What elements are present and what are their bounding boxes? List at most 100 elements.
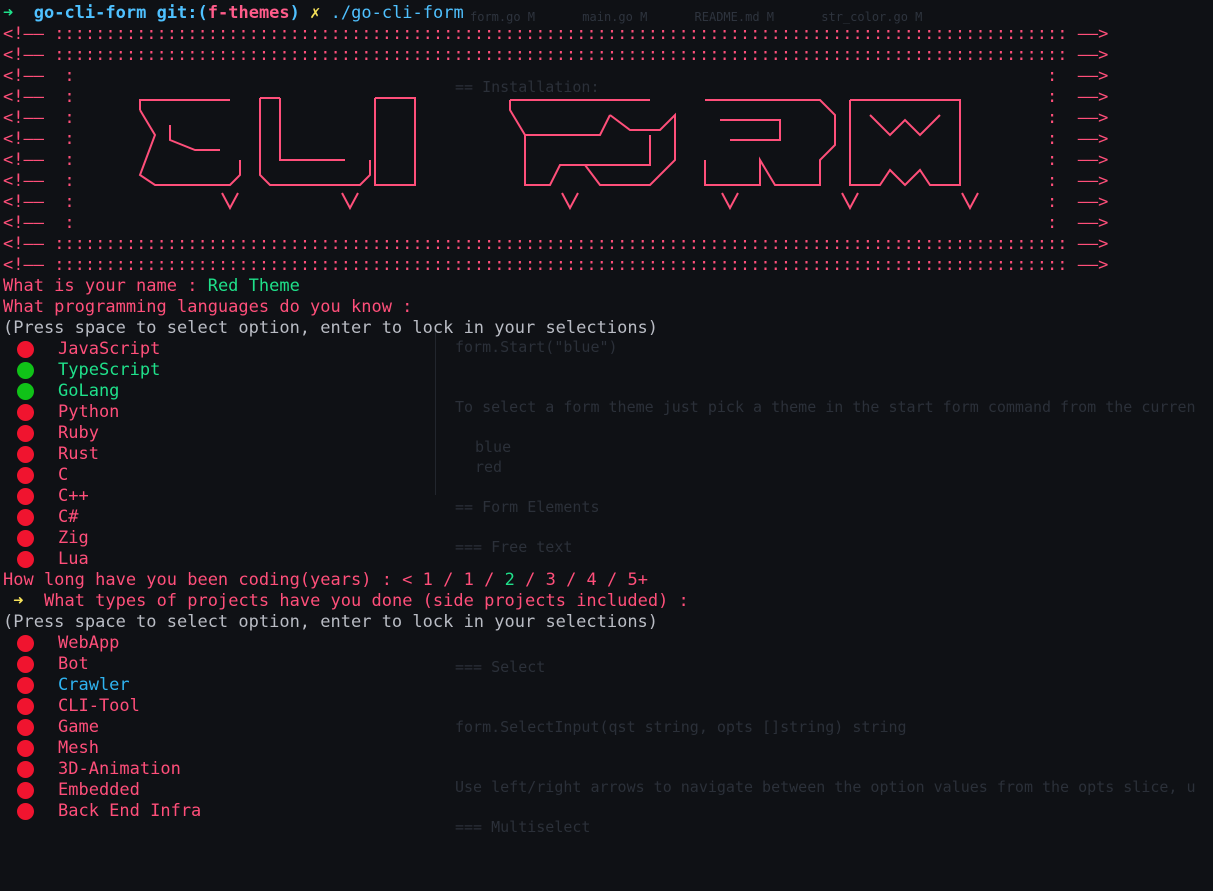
years-separator: / [514,570,546,590]
banner-right-edge: ——> [1067,171,1109,191]
unselected-dot-icon [17,341,34,358]
banner-right-edge: ——> [1067,234,1109,254]
terminal[interactable]: ➜ go-cli-form git:(f-themes) ✗ ./go-cli-… [0,0,1213,891]
language-option[interactable]: C [17,465,68,486]
language-option-label: GoLang [58,381,120,401]
project-option-label: Bot [58,654,89,674]
language-option[interactable]: C++ [17,486,89,507]
unselected-dot-icon [17,656,34,673]
language-option-label: C# [58,507,79,527]
banner-fill: ::::::::::::::::::::::::::::::::::::::::… [54,234,1068,254]
unselected-dot-icon [17,803,34,820]
language-option-label: Lua [58,549,89,569]
project-option-label: Embedded [58,780,140,800]
language-option-label: C [58,465,69,485]
unselected-dot-icon [17,425,34,442]
banner-left-edge: <!—— [3,24,55,44]
project-option-label: WebApp [58,633,120,653]
project-option[interactable]: Bot [17,654,89,675]
years-select-row[interactable]: How long have you been coding(years) : <… [3,570,648,591]
selected-dot-icon [17,362,34,379]
project-option-label: Game [58,717,99,737]
unselected-dot-icon [17,404,34,421]
name-question-row: What is your name : Red Theme [3,276,300,297]
language-option[interactable]: JavaScript [17,339,160,360]
project-option-label: CLI-Tool [58,696,140,716]
unselected-dot-icon [17,509,34,526]
language-option[interactable]: Zig [17,528,89,549]
prompt-dirty-icon: ✗ [310,3,321,23]
projects-question-row: ➜ What types of projects have you done (… [3,591,689,612]
prompt-git-prefix: git:( [156,3,208,23]
project-option-label: Mesh [58,738,99,758]
banner-right-edge: ——> [1067,255,1109,275]
language-option[interactable]: TypeScript [17,360,160,381]
years-open: < [402,570,413,590]
years-option[interactable]: 4 [587,570,597,590]
unselected-dot-icon [17,467,34,484]
project-option-label: Back End Infra [58,801,202,821]
banner-left-edge: <!—— [3,234,55,254]
banner-right-edge: ——> [1067,87,1109,107]
name-answer: Red Theme [207,276,300,296]
project-option[interactable]: 3D-Animation [17,759,181,780]
banner-left-edge: <!—— [3,192,55,212]
active-question-arrow-icon: ➜ [13,591,24,611]
selected-dot-icon [17,383,34,400]
unselected-dot-icon [17,488,34,505]
project-option[interactable]: CLI-Tool [17,696,140,717]
years-separator: / [432,570,464,590]
projects-hint: (Press space to select option, enter to … [3,612,659,632]
shell-prompt: ➜ go-cli-form git:(f-themes) ✗ ./go-cli-… [3,3,464,24]
unselected-dot-icon [17,635,34,652]
banner-fill: ::::::::::::::::::::::::::::::::::::::::… [54,24,1068,44]
banner-left-edge: <!—— [3,255,55,275]
language-option[interactable]: Rust [17,444,99,465]
years-option[interactable]: 2 [505,570,515,590]
years-option[interactable]: 1 [464,570,474,590]
language-option[interactable]: Ruby [17,423,99,444]
years-separator: / [555,570,587,590]
banner-left-edge: <!—— [3,45,55,65]
years-option[interactable]: 1 [423,570,433,590]
banner-fill: ::::::::::::::::::::::::::::::::::::::::… [54,255,1068,275]
years-options[interactable]: 1 / 1 / 2 / 3 / 4 / 5+ [423,570,648,590]
unselected-dot-icon [17,530,34,547]
language-option[interactable]: Python [17,402,119,423]
banner-row: <!—— :::::::::::::::::::::::::::::::::::… [3,234,1108,255]
language-option[interactable]: C# [17,507,78,528]
project-option[interactable]: Back End Infra [17,801,201,822]
banner-left-edge: <!—— [3,87,55,107]
language-option-label: Zig [58,528,89,548]
unselected-dot-icon [17,698,34,715]
banner-row: <!—— : : ——> [3,66,1108,87]
banner-left-edge: <!—— [3,171,55,191]
language-option[interactable]: GoLang [17,381,119,402]
project-option[interactable]: WebApp [17,633,119,654]
language-option-label: Rust [58,444,99,464]
languages-hint: (Press space to select option, enter to … [3,318,659,338]
project-option[interactable]: Embedded [17,780,140,801]
years-option[interactable]: 5+ [628,570,648,590]
project-option[interactable]: Mesh [17,738,99,759]
years-option[interactable]: 3 [546,570,556,590]
years-question: How long have you been coding(years) : [3,570,403,590]
project-option[interactable]: Game [17,717,99,738]
project-option[interactable]: Crawler [17,675,130,696]
banner-right-edge: ——> [1067,45,1109,65]
prompt-arrow-icon: ➜ [3,3,14,23]
unselected-dot-icon [17,719,34,736]
language-option-label: Ruby [58,423,99,443]
banner-right-edge: ——> [1067,108,1109,128]
language-option-label: Python [58,402,120,422]
language-option[interactable]: Lua [17,549,89,570]
banner-left-edge: <!—— [3,150,55,170]
banner-left-edge: <!—— [3,108,55,128]
banner-left-edge: <!—— [3,66,55,86]
unselected-dot-icon [17,782,34,799]
languages-question: What programming languages do you know : [3,297,413,317]
project-option-label: 3D-Animation [58,759,181,779]
banner-right-edge: ——> [1067,213,1109,233]
banner-right-edge: ——> [1067,129,1109,149]
unselected-dot-icon [17,740,34,757]
